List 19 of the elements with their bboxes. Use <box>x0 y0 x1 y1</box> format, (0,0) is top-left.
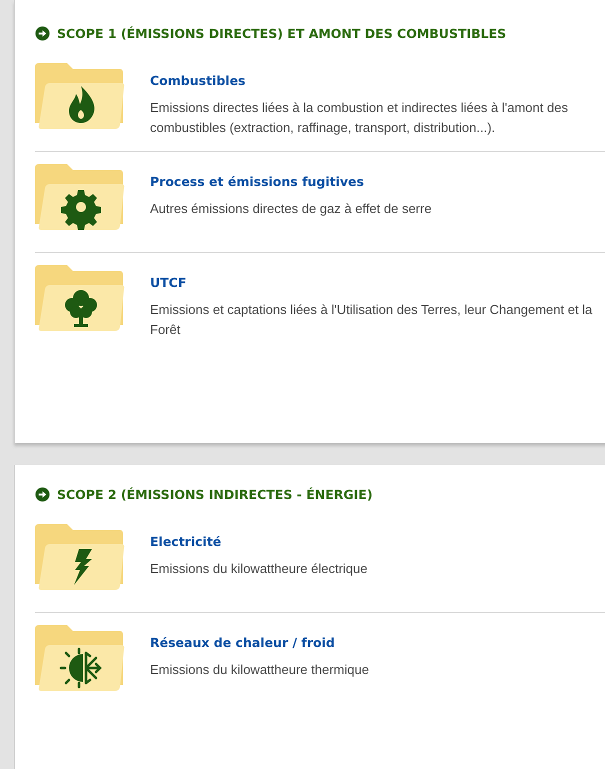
folder-sun-snowflake-icon[interactable] <box>35 625 125 691</box>
folder-flame-icon[interactable] <box>35 63 125 129</box>
section-title: SCOPE 2 (ÉMISSIONS INDIRECTES - ÉNERGIE) <box>57 487 373 502</box>
category-link[interactable]: Process et émissions fugitives <box>150 174 364 189</box>
category-description: Autres émissions directes de gaz à effet de serre <box>150 200 433 218</box>
category-description: Emissions du kilowattheure électrique <box>150 560 368 578</box>
category-link[interactable]: UTCF <box>150 275 186 290</box>
category-description: Emissions directes liées à la combustion et indirectes liées à l'amont des combustibles (extraction, raffinage, transport, distribution...). <box>150 99 569 137</box>
folder-tree-icon[interactable] <box>35 265 125 331</box>
category-link[interactable]: Electricité <box>150 534 222 549</box>
arrow-circle-icon <box>35 487 50 502</box>
arrow-circle-icon <box>35 26 50 41</box>
category-link[interactable]: Combustibles <box>150 73 246 88</box>
category-description: Emissions du kilowattheure thermique <box>150 661 370 679</box>
folder-gear-icon[interactable] <box>35 164 125 230</box>
category-description: Emissions et captations liées à l'Utilisation des Terres, leur Changement et la Forêt <box>150 301 594 339</box>
category-link[interactable]: Réseaux de chaleur / froid <box>150 635 335 650</box>
folder-lightning-icon[interactable] <box>35 524 125 590</box>
section-title: SCOPE 1 (ÉMISSIONS DIRECTES) ET AMONT DES COMBUSTIBLES <box>57 26 506 41</box>
